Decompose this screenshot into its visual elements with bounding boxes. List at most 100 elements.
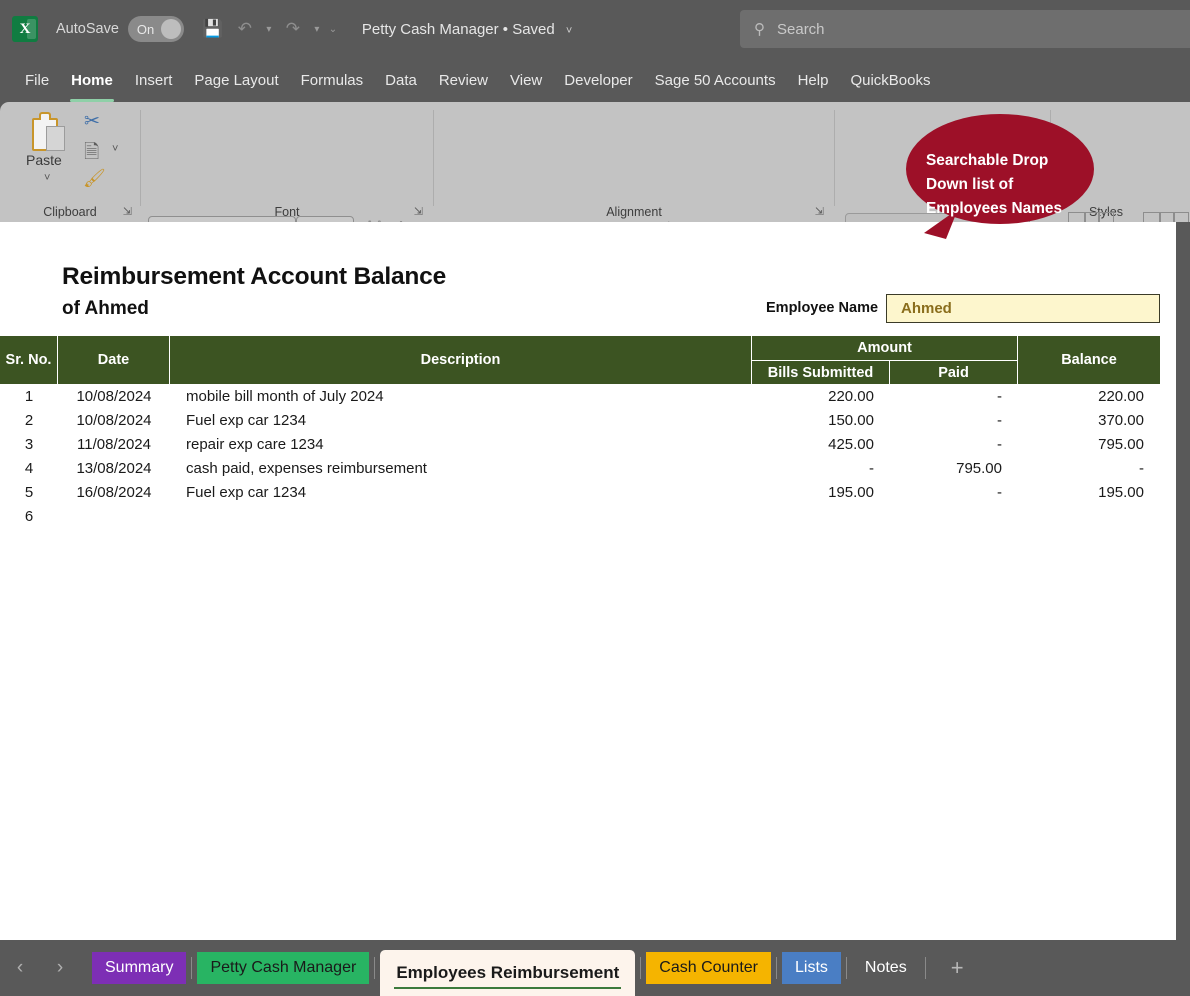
cell-date[interactable]: 11/08/2024 [58,432,170,456]
autosave-toggle[interactable]: On [127,16,184,42]
customize-quick-access-icon[interactable]: ⌄ [326,24,340,35]
chevron-down-icon[interactable]: ˅ [566,25,572,37]
cell-bills-submitted[interactable]: 150.00 [752,408,890,432]
cell-balance[interactable] [1018,504,1160,528]
cell-sr-no[interactable]: 4 [0,456,58,480]
table-row[interactable]: 4 13/08/2024 cash paid, expenses reimbur… [0,456,1160,480]
font-dialog-launcher-icon[interactable]: ⇲ [414,205,423,218]
cell-bills-submitted[interactable] [752,504,890,528]
tab-page-layout[interactable]: Page Layout [183,68,289,93]
paste-chevron-down-icon[interactable]: ˅ [44,172,50,184]
column-header-balance[interactable]: Balance [1018,336,1160,384]
copy-chevron-down-icon[interactable]: ˅ [112,143,118,155]
tab-review[interactable]: Review [428,68,499,93]
cell-paid[interactable]: - [890,480,1018,504]
sheet-tab-notes[interactable]: Notes [852,952,920,984]
table-row[interactable]: 5 16/08/2024 Fuel exp car 1234 195.00 - … [0,480,1160,504]
cell-paid[interactable]: - [890,408,1018,432]
cell-sr-no[interactable]: 6 [0,504,58,528]
cell-description[interactable]: cash paid, expenses reimbursement [170,456,752,480]
table-row[interactable]: 3 11/08/2024 repair exp care 1234 425.00… [0,432,1160,456]
cell-description[interactable]: mobile bill month of July 2024 [170,384,752,408]
table-row[interactable]: 1 10/08/2024 mobile bill month of July 2… [0,384,1160,408]
vertical-scrollbar[interactable] [1176,222,1190,940]
tab-insert[interactable]: Insert [124,68,184,93]
table-header: Sr. No. Date Description Amount Bills Su… [0,336,1160,384]
column-header-description[interactable]: Description [170,336,752,384]
undo-chevron-down-icon[interactable]: ▾ [262,24,276,35]
format-as-table-icon[interactable] [1143,212,1189,222]
tab-data[interactable]: Data [374,68,428,93]
tab-file[interactable]: File [14,68,60,93]
cell-description[interactable]: repair exp care 1234 [170,432,752,456]
paste-icon[interactable] [30,112,72,156]
sheet-tab-petty-cash-manager[interactable]: Petty Cash Manager [197,952,370,984]
cell-bills-submitted[interactable]: 425.00 [752,432,890,456]
cell-balance[interactable]: 220.00 [1018,384,1160,408]
sheet-tab-lists[interactable]: Lists [782,952,841,984]
sheet-tab-summary[interactable]: Summary [92,952,187,984]
clipboard-dialog-launcher-icon[interactable]: ⇲ [123,205,132,218]
document-title[interactable]: Petty Cash Manager • Saved ˅ [362,21,572,38]
cell-sr-no[interactable]: 2 [0,408,58,432]
employee-name-dropdown[interactable]: Ahmed [886,294,1160,323]
paste-button-label[interactable]: Paste [26,152,62,168]
tab-home[interactable]: Home [60,68,124,102]
column-header-bills-submitted[interactable]: Bills Submitted [752,360,890,384]
table-row[interactable]: 2 10/08/2024 Fuel exp car 1234 150.00 - … [0,408,1160,432]
redo-icon[interactable]: ↷ [278,14,308,44]
tab-view[interactable]: View [499,68,553,93]
cell-date[interactable]: 10/08/2024 [58,384,170,408]
column-header-sr-no[interactable]: Sr. No. [0,336,58,384]
ribbon-tab-strip: File Home Insert Page Layout Formulas Da… [0,58,1190,102]
cell-balance[interactable]: 195.00 [1018,480,1160,504]
undo-icon[interactable]: ↶ [230,14,260,44]
cell-description[interactable] [170,504,752,528]
cell-description[interactable]: Fuel exp car 1234 [170,480,752,504]
cell-sr-no[interactable]: 5 [0,480,58,504]
cell-balance[interactable]: 370.00 [1018,408,1160,432]
redo-chevron-down-icon[interactable]: ▾ [310,24,324,35]
search-input[interactable]: ⚲ Search [740,10,1190,48]
cell-paid[interactable]: - [890,432,1018,456]
annotation-callout: Searchable Drop Down list of Employees N… [906,113,1094,255]
search-icon: ⚲ [754,21,765,38]
ribbon-group-clipboard: Paste ˅ ✂ 🗎 ˅ 🖌 Clipboard ⇲ [0,102,140,222]
tab-developer[interactable]: Developer [553,68,643,93]
cell-paid[interactable] [890,504,1018,528]
tab-sage-50-accounts[interactable]: Sage 50 Accounts [644,68,787,93]
table-row[interactable]: 6 [0,504,1160,528]
cell-date[interactable]: 13/08/2024 [58,456,170,480]
column-header-paid[interactable]: Paid [890,360,1018,384]
cell-paid[interactable]: 795.00 [890,456,1018,480]
tab-formulas[interactable]: Formulas [290,68,375,93]
cell-bills-submitted[interactable]: - [752,456,890,480]
cell-paid[interactable]: - [890,384,1018,408]
scissors-icon[interactable]: ✂ [84,110,100,133]
ribbon-group-font: Font ⇲ [141,102,433,222]
column-header-date[interactable]: Date [58,336,170,384]
format-painter-icon[interactable]: 🖌 [83,168,106,189]
chevron-left-icon[interactable]: ‹ [0,957,40,979]
add-sheet-icon[interactable]: + [931,955,984,981]
tab-help[interactable]: Help [787,68,840,93]
alignment-dialog-launcher-icon[interactable]: ⇲ [815,205,824,218]
copy-icon[interactable]: 🗎 [84,138,99,170]
cell-bills-submitted[interactable]: 195.00 [752,480,890,504]
tab-quickbooks[interactable]: QuickBooks [839,68,941,93]
chevron-right-icon[interactable]: › [40,957,80,979]
cell-date[interactable]: 16/08/2024 [58,480,170,504]
cell-sr-no[interactable]: 1 [0,384,58,408]
sheet-tab-cash-counter[interactable]: Cash Counter [646,952,771,984]
column-header-amount[interactable]: Amount [752,336,1018,360]
save-icon[interactable]: 💾 [198,14,228,44]
cell-description[interactable]: Fuel exp car 1234 [170,408,752,432]
cell-balance[interactable]: 795.00 [1018,432,1160,456]
cell-balance[interactable]: - [1018,456,1160,480]
cell-bills-submitted[interactable]: 220.00 [752,384,890,408]
cell-date[interactable] [58,504,170,528]
cell-date[interactable]: 10/08/2024 [58,408,170,432]
sheet-tab-employees-reimbursement[interactable]: Employees Reimbursement [380,950,636,996]
worksheet-area[interactable] [0,222,1176,940]
cell-sr-no[interactable]: 3 [0,432,58,456]
